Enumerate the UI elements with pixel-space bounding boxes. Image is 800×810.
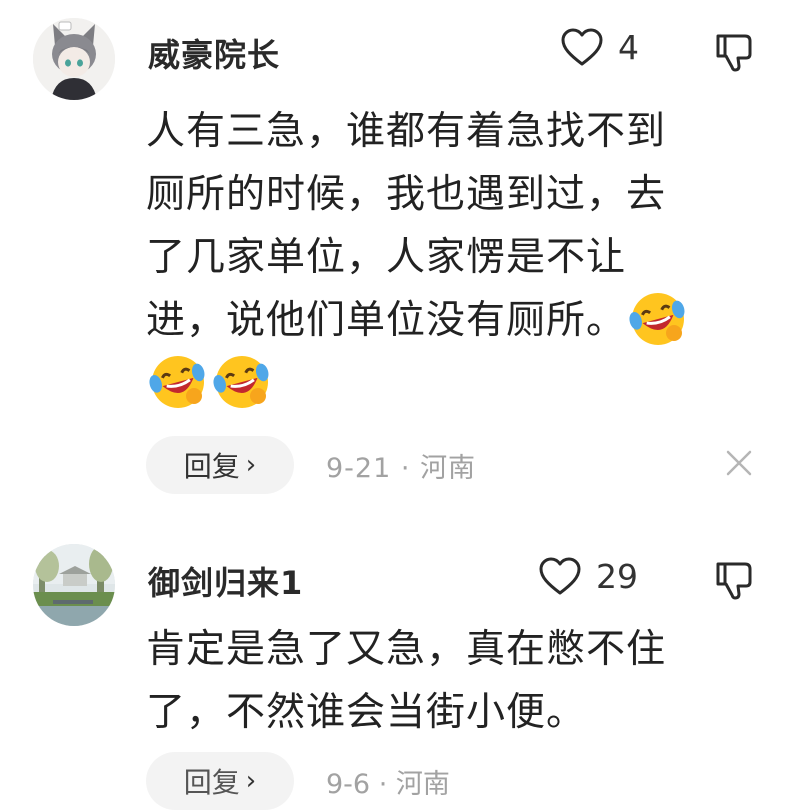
avatar[interactable] <box>33 18 115 100</box>
emoji-row <box>146 352 766 415</box>
comment-footer: 回复 › 9-21 · 河南 <box>146 436 476 494</box>
laugh-cry-emoji-icon <box>149 355 205 408</box>
like-count: 4 <box>618 27 639 67</box>
comment-line: 了几家单位，人家愣是不让 <box>146 235 627 280</box>
comment-line: 人有三急，谁都有着急找不到 <box>146 109 667 154</box>
reply-button[interactable]: 回复 › <box>146 752 294 810</box>
username[interactable]: 御剑归来1 <box>148 558 303 604</box>
reply-button[interactable]: 回复 › <box>146 436 294 494</box>
comment-footer: 回复 › 9-6 · 河南 <box>146 752 450 810</box>
heart-icon <box>539 557 581 595</box>
comment-location: 河南 <box>395 768 450 800</box>
comment-date: 9-6 <box>326 768 371 800</box>
thumbs-down-icon[interactable] <box>712 558 756 602</box>
comment-text: 肯定是急了又急，真在憋不住 了，不然谁会当街小便。 <box>146 618 766 744</box>
thumbs-down-icon[interactable] <box>712 30 756 74</box>
comment-location: 河南 <box>420 452 477 484</box>
comment-line: 了，不然谁会当街小便。 <box>146 690 587 735</box>
laugh-cry-emoji-icon <box>629 292 685 345</box>
laugh-cry-emoji-icon <box>213 355 269 408</box>
comment-meta: 9-21 · 河南 <box>326 446 476 485</box>
reply-label: 回复 <box>183 766 240 799</box>
like-button[interactable]: 29 <box>538 556 638 596</box>
comment-text: 人有三急，谁都有着急找不到 厕所的时候，我也遇到过，去 了几家单位，人家愣是不让… <box>146 100 766 415</box>
avatar[interactable] <box>33 544 115 626</box>
meta-separator: · <box>378 768 388 800</box>
like-count: 29 <box>596 556 638 596</box>
meta-separator: · <box>400 452 411 484</box>
comment-line-text: 进，说他们单位没有厕所。 <box>146 298 627 343</box>
like-button[interactable]: 4 <box>560 27 639 67</box>
heart-icon <box>561 28 603 66</box>
comment-line: 厕所的时候，我也遇到过，去 <box>146 172 667 217</box>
comment-date: 9-21 <box>326 452 392 484</box>
close-icon[interactable] <box>724 448 754 478</box>
reply-label: 回复 <box>183 450 240 483</box>
comment-line: 进，说他们单位没有厕所。 <box>146 289 766 352</box>
comment-line: 肯定是急了又急，真在憋不住 <box>146 627 667 672</box>
chevron-right-icon: › <box>245 766 257 796</box>
chevron-right-icon: › <box>245 450 257 480</box>
username[interactable]: 威豪院长 <box>148 30 280 76</box>
comment-meta: 9-6 · 河南 <box>326 762 450 801</box>
